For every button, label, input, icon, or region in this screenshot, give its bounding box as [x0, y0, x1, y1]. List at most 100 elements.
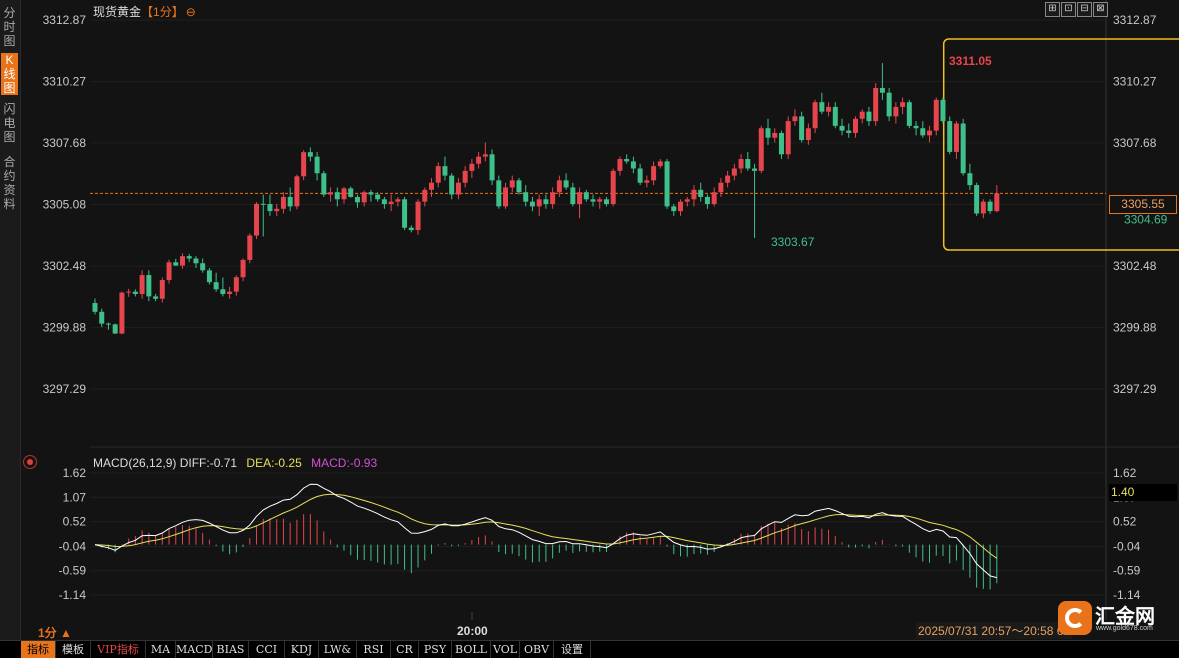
candle-body: [980, 201, 986, 214]
candle-body: [947, 121, 953, 152]
candle-body: [321, 173, 327, 195]
candle-body: [994, 193, 1000, 212]
candle-body: [711, 192, 717, 205]
candle-body: [408, 227, 414, 231]
candle-body: [307, 152, 313, 157]
maximize-icon[interactable]: ⊞: [1045, 2, 1060, 17]
candle-body: [153, 296, 159, 299]
logo-url: www.gold678.com: [1096, 625, 1153, 632]
candle-body: [314, 156, 320, 174]
last-low-annotation: 3304.69: [1124, 213, 1168, 227]
toolbar-item-9[interactable]: RSI: [357, 641, 391, 658]
candle-body: [99, 311, 105, 324]
candle-body: [193, 258, 199, 264]
candle-body: [105, 323, 111, 325]
toolbar-item-8[interactable]: LW&: [319, 641, 357, 658]
candle-body: [886, 92, 892, 117]
logo-icon: [1058, 601, 1092, 635]
toolbar-item-3[interactable]: MA: [146, 641, 176, 658]
time-range-label: 2025/07/31 20:57～20:58 60: [916, 622, 1073, 639]
candle-body: [651, 166, 657, 181]
candle-body: [173, 262, 179, 266]
chart-canvas[interactable]: 3312.87 3310.27 3307.68 3305.08 3302.48 3299.…: [0, 0, 1179, 640]
symbol-name: 现货黄金: [93, 5, 142, 19]
candle-body: [691, 189, 697, 200]
candle-body: [274, 208, 280, 212]
candle-body: [866, 111, 872, 122]
candle-body: [738, 159, 744, 169]
toolbar-item-1[interactable]: 模板: [56, 641, 91, 658]
toolbar-item-14[interactable]: OBV: [520, 641, 554, 658]
close-window-icon[interactable]: ⊠: [1093, 2, 1108, 17]
candle-body: [476, 156, 482, 164]
candle-body: [126, 291, 132, 293]
candle-body: [745, 159, 751, 169]
candle-body: [341, 188, 347, 200]
toolbar-item-4[interactable]: MACD: [176, 641, 213, 658]
candle-body: [583, 192, 589, 200]
candle-body: [348, 188, 354, 197]
macd-dea-value: DEA:-0.25: [246, 456, 302, 470]
candle-body: [684, 199, 690, 202]
candle-body: [159, 280, 165, 299]
candle-body: [758, 128, 764, 171]
candle-body: [987, 201, 993, 212]
y-tick-label-left: 3307.68: [43, 136, 87, 150]
candle-body: [334, 192, 340, 200]
candle-body: [139, 275, 145, 295]
candle-body: [718, 182, 724, 193]
macd-diff-value: DIFF:-0.71: [179, 456, 238, 470]
candle-body: [206, 270, 212, 283]
candle-body: [590, 199, 596, 202]
candle-body: [354, 196, 360, 203]
candle-body: [556, 180, 562, 193]
candle-body: [260, 203, 266, 205]
toolbar-item-15[interactable]: 设置: [554, 641, 591, 658]
toolbar-item-10[interactable]: CR: [391, 641, 419, 658]
candle-body: [489, 154, 495, 181]
candle-body: [112, 324, 118, 334]
toolbar-item-0[interactable]: 指标: [21, 641, 56, 658]
collapse-icon[interactable]: ⊖: [186, 5, 196, 19]
candle-body: [119, 292, 125, 334]
candle-body: [805, 128, 811, 141]
restore-icon[interactable]: ⊡: [1061, 2, 1076, 17]
candle-body: [913, 125, 919, 129]
candle-body: [388, 201, 394, 205]
candle-body: [287, 196, 293, 207]
toolbar-item-2[interactable]: VIP指标: [91, 641, 146, 658]
candle-body: [395, 199, 401, 202]
y-tick-label-left: 3302.48: [43, 259, 87, 273]
candle-body: [792, 116, 798, 122]
y-tick-label-right: 3302.48: [1113, 259, 1157, 273]
toolbar-item-6[interactable]: CCI: [249, 641, 285, 658]
y-tick-label-right: 3312.87: [1113, 13, 1157, 27]
candle-body: [422, 189, 428, 202]
toolbar-item-13[interactable]: VOL: [491, 641, 520, 658]
macd-macd-value: MACD:-0.93: [311, 456, 378, 470]
candle-body: [529, 201, 535, 207]
indicator-toolbar: 指标 模板 VIP指标 MA MACD BIAS CCI KDJ LW& RSI CR PSY BOLL…: [0, 640, 1179, 658]
minimize-icon[interactable]: ⊟: [1077, 2, 1092, 17]
macd-y-tick-left: 0.52: [63, 515, 87, 529]
toolbar-item-11[interactable]: PSY: [419, 641, 452, 658]
toolbar-item-5[interactable]: BIAS: [213, 641, 249, 658]
candle-body: [671, 206, 677, 212]
candle-body: [644, 180, 650, 183]
candle-body: [247, 235, 253, 260]
candle-body: [752, 168, 758, 171]
toolbar-item-12[interactable]: BOLL: [452, 641, 491, 658]
toolbar-item-7[interactable]: KDJ: [285, 641, 319, 658]
candle-body: [368, 192, 374, 195]
candle-body: [832, 106, 838, 126]
candle-body: [442, 166, 448, 176]
candle-body: [361, 192, 367, 203]
candle-body: [927, 130, 933, 136]
period-selector[interactable]: 1分 ▲: [38, 624, 72, 641]
candle-body: [280, 196, 286, 209]
macd-close-icon[interactable]: [23, 455, 37, 469]
candle-body: [455, 182, 461, 195]
y-tick-label-left: 3310.27: [43, 75, 87, 89]
macd-y-tick-left: -0.59: [59, 564, 87, 578]
candle-body: [415, 201, 421, 231]
